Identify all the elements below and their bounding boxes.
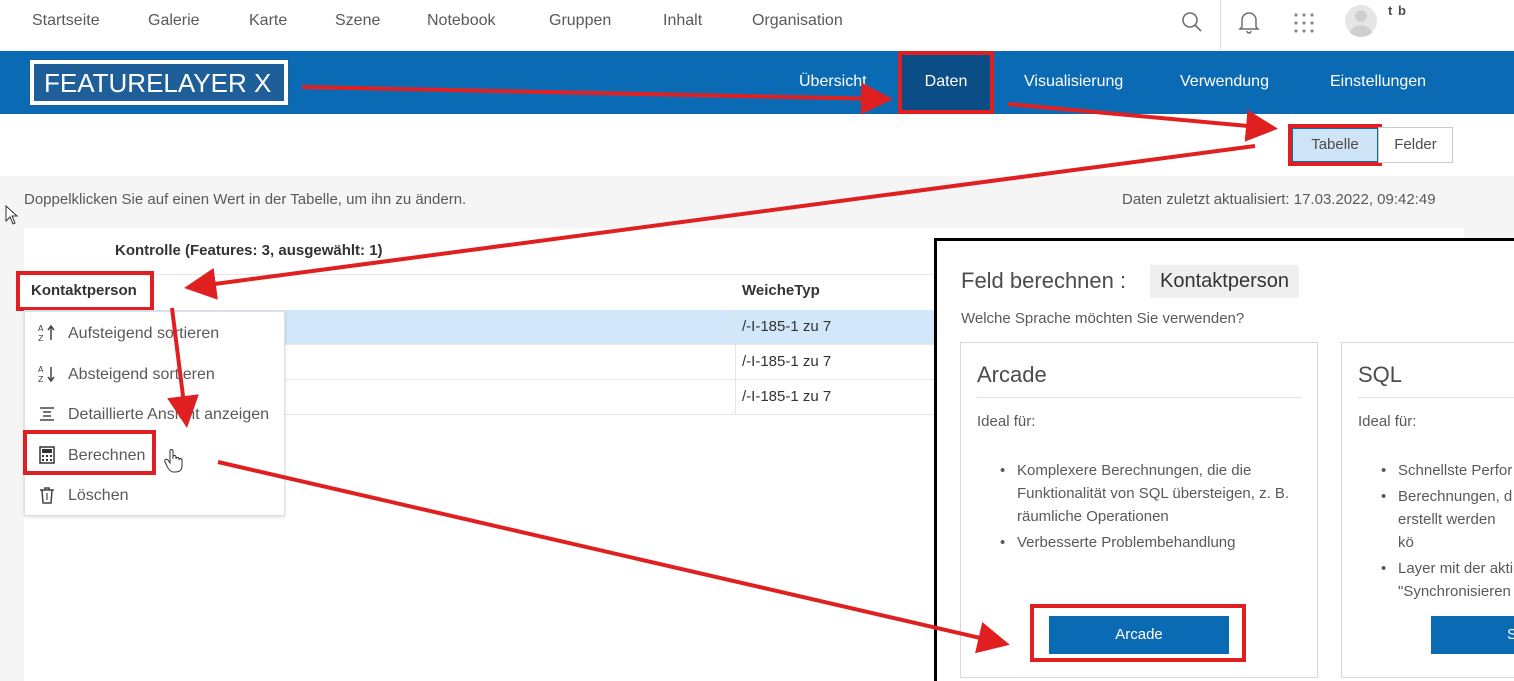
avatar[interactable] bbox=[1345, 5, 1377, 37]
hand-pointer-icon bbox=[164, 448, 184, 479]
svg-text:A: A bbox=[38, 324, 44, 333]
sql-benefits-list: Schnellste Perfor Berechnungen, d erstel… bbox=[1378, 459, 1514, 604]
tab-verwendung[interactable]: Verwendung bbox=[1180, 73, 1269, 91]
menu-label: Detaillierte Ansicht anzeigen bbox=[68, 406, 270, 423]
tab-einstellungen[interactable]: Einstellungen bbox=[1330, 73, 1426, 91]
dialog-title: Feld berechnen : bbox=[961, 268, 1127, 293]
dialog-question: Welche Sprache möchten Sie verwenden? bbox=[961, 310, 1245, 327]
nav-karte[interactable]: Karte bbox=[249, 12, 287, 30]
edit-hint: Doppelklicken Sie auf einen Wert in der … bbox=[24, 191, 467, 208]
last-updated: Daten zuletzt aktualisiert: 17.03.2022, … bbox=[1122, 191, 1436, 208]
nav-inhalt[interactable]: Inhalt bbox=[663, 12, 702, 30]
tab-uebersicht[interactable]: Übersicht bbox=[799, 73, 867, 91]
menu-label: Absteigend sortieren bbox=[68, 366, 215, 383]
menu-item-detail-view[interactable]: Detaillierte Ansicht anzeigen bbox=[25, 395, 286, 433]
arcade-benefits-list: Komplexere Berechnungen, die die Funktio… bbox=[997, 459, 1307, 557]
toggle-felder[interactable]: Felder bbox=[1378, 127, 1453, 163]
menu-label: Löschen bbox=[68, 487, 129, 504]
arcade-card-title: Arcade bbox=[977, 362, 1047, 387]
arcade-button[interactable]: Arcade bbox=[1049, 616, 1229, 654]
sort-descending-icon: AZ bbox=[37, 364, 57, 384]
sql-ideal-for: Ideal für: bbox=[1358, 413, 1417, 430]
sort-ascending-icon: AZ bbox=[37, 323, 57, 343]
menu-item-sort-ascending[interactable]: AZ Aufsteigend sortieren bbox=[25, 314, 286, 352]
nav-gruppen[interactable]: Gruppen bbox=[549, 12, 611, 30]
cell-separator bbox=[735, 345, 736, 380]
list-item: Berechnungen, d erstellt werden kö bbox=[1378, 485, 1514, 554]
trash-icon bbox=[37, 485, 57, 505]
tab-visualisierung[interactable]: Visualisierung bbox=[1024, 73, 1123, 91]
menu-item-sort-descending[interactable]: AZ Absteigend sortieren bbox=[25, 355, 286, 393]
svg-text:A: A bbox=[38, 365, 44, 374]
cell-weichetyp[interactable]: /-I-185-1 zu 7 bbox=[742, 353, 831, 370]
nav-szene[interactable]: Szene bbox=[335, 12, 380, 30]
column-header-kontaktperson[interactable]: Kontaktperson bbox=[31, 282, 137, 299]
list-item: Schnellste Perfor bbox=[1378, 459, 1514, 482]
nav-divider bbox=[1220, 0, 1221, 50]
list-item: Komplexere Berechnungen, die die Funktio… bbox=[997, 459, 1307, 528]
svg-text:Z: Z bbox=[38, 334, 44, 343]
arcade-ideal-for: Ideal für: bbox=[977, 413, 1036, 430]
card-divider bbox=[977, 397, 1302, 398]
nav-startseite[interactable]: Startseite bbox=[32, 12, 100, 30]
nav-notebook[interactable]: Notebook bbox=[427, 12, 496, 30]
user-initials[interactable]: t b bbox=[1388, 3, 1407, 18]
bell-icon[interactable] bbox=[1238, 10, 1260, 39]
annotation-highlight-berechnen bbox=[23, 430, 156, 475]
svg-text:Z: Z bbox=[38, 375, 44, 384]
cell-separator bbox=[735, 310, 736, 345]
nav-organisation[interactable]: Organisation bbox=[752, 12, 843, 30]
apps-grid-icon[interactable] bbox=[1293, 12, 1315, 39]
card-divider bbox=[1358, 397, 1514, 398]
list-item: Verbesserte Problembehandlung bbox=[997, 531, 1307, 554]
sql-card-title: SQL bbox=[1358, 362, 1403, 387]
menu-item-loeschen[interactable]: Löschen bbox=[25, 476, 286, 514]
column-context-menu: AZ Aufsteigend sortieren AZ Absteigend s… bbox=[24, 311, 285, 516]
cell-weichetyp[interactable]: /-I-185-1 zu 7 bbox=[742, 318, 831, 335]
nav-galerie[interactable]: Galerie bbox=[148, 12, 200, 30]
table-title: Kontrolle (Features: 3, ausgewählt: 1) bbox=[115, 242, 383, 259]
search-icon[interactable] bbox=[1180, 10, 1204, 39]
tab-daten[interactable]: Daten bbox=[898, 51, 994, 114]
column-header-weichetyp[interactable]: WeicheTyp bbox=[742, 282, 820, 299]
mouse-pointer-icon bbox=[5, 204, 19, 230]
cell-weichetyp[interactable]: /-I-185-1 zu 7 bbox=[742, 388, 831, 405]
toggle-tabelle[interactable]: Tabelle bbox=[1292, 128, 1378, 162]
dialog-field-name: Kontaktperson bbox=[1150, 265, 1299, 298]
cell-separator bbox=[735, 380, 736, 415]
detail-view-icon bbox=[37, 404, 57, 424]
list-item: Layer mit der akti "Synchronisieren aktu… bbox=[1378, 557, 1514, 604]
menu-label: Aufsteigend sortieren bbox=[68, 325, 220, 342]
tab-daten-label: Daten bbox=[924, 73, 968, 90]
sql-button[interactable]: S bbox=[1431, 616, 1514, 654]
header-divider bbox=[24, 274, 934, 275]
top-navigation: Startseite Galerie Karte Szene Notebook … bbox=[0, 0, 1514, 50]
item-title: FEATURELAYER X bbox=[30, 60, 288, 105]
